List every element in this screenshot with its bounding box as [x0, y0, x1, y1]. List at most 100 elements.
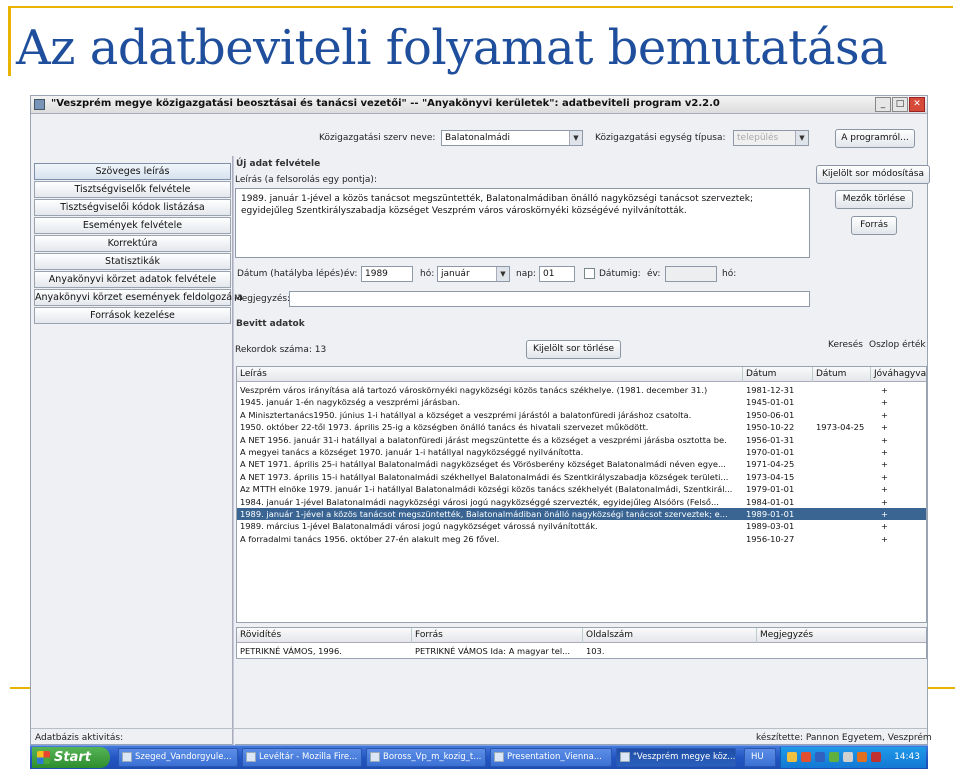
table-row[interactable]: 1984. január 1-jével Balatonalmádi nagyk…	[237, 496, 926, 508]
close-button[interactable]: ✕	[909, 97, 925, 112]
tray-icon[interactable]	[857, 752, 867, 762]
day-input[interactable]: 01	[539, 266, 575, 282]
table-row[interactable]: A megyei tanács a községet 1970. január …	[237, 446, 926, 458]
taskbar-item-app[interactable]: "Veszprém megye köz...	[616, 748, 736, 767]
cell-desc: A NET 1971. április 25-i hatállyal Balat…	[240, 459, 726, 470]
table-row[interactable]: Az MTTH elnöke 1979. január 1-i hatállya…	[237, 483, 926, 495]
start-label: Start	[54, 750, 91, 765]
col-header-date2[interactable]: Dátum	[813, 367, 871, 382]
cell-date: 1979-01-01	[746, 484, 795, 495]
cell-desc: 1989. január 1-jével a közös tanácsot me…	[240, 509, 728, 519]
col-header-date[interactable]: Dátum	[743, 367, 813, 382]
table-row[interactable]: 1950. október 22-től 1973. április 25-ig…	[237, 421, 926, 433]
sidebar-item-codes[interactable]: Tisztségviselői kódok listázása	[34, 199, 231, 216]
window-titlebar[interactable]: "Veszprém megye közigazgatási beosztásai…	[31, 96, 927, 114]
record-count: Rekordok száma: 13	[235, 345, 327, 355]
table-row[interactable]: 1945. január 1-én nagyközség a veszprémi…	[237, 396, 926, 408]
until-year-input[interactable]	[665, 266, 717, 282]
cell-ok: +	[881, 434, 888, 445]
search-label: Keresés	[828, 340, 863, 350]
slide: Az adatbeviteli folyamat bemutatása "Ves…	[0, 0, 960, 769]
until-year-label: év:	[647, 269, 661, 279]
maximize-button[interactable]: □	[892, 97, 908, 112]
date-label: Dátum (hatályba lépés):	[237, 269, 347, 279]
table-row[interactable]: A Minisztertanács1950. június 1-i hatáll…	[237, 409, 926, 421]
table-row[interactable]: 1989. január 1-jével a közös tanácsot me…	[237, 508, 926, 521]
cell-ok: +	[881, 409, 888, 420]
taskbar-item-presentation[interactable]: Presentation_Vienna...	[490, 748, 612, 767]
col-header-approved[interactable]: Jóváhagyva	[871, 367, 926, 382]
sidebar-item-sources[interactable]: Források kezelése	[34, 307, 231, 324]
source-button[interactable]: Forrás	[851, 216, 897, 235]
src-col-page[interactable]: Oldalszám	[583, 628, 757, 643]
source-page: 103.	[586, 646, 605, 656]
unit-type-select[interactable]: település ▼	[733, 130, 809, 146]
org-select-value: Balatonalmádi	[445, 133, 510, 143]
sidebar-item-statistics[interactable]: Statisztikák	[34, 253, 231, 270]
firefox-icon	[246, 752, 256, 762]
taskbar-item-boross[interactable]: Boross_Vp_m_kozig_t...	[366, 748, 486, 767]
src-col-note[interactable]: Megjegyzés	[757, 628, 926, 643]
table-row[interactable]: A NET 1971. április 25-i hatállyal Balat…	[237, 458, 926, 470]
tray-icon[interactable]	[801, 752, 811, 762]
cell-date: 1956-10-27	[746, 533, 795, 544]
month-label: hó:	[420, 269, 435, 279]
tray-icon[interactable]	[829, 752, 839, 762]
tray-icon[interactable]	[787, 752, 797, 762]
delete-selected-button[interactable]: Kijelölt sor törlése	[526, 340, 621, 359]
modify-selected-button[interactable]: Kijelölt sor módosítása	[816, 165, 930, 184]
cell-desc: 1950. október 22-től 1973. április 25-ig…	[240, 422, 649, 433]
tray-icon[interactable]	[871, 752, 881, 762]
col-header-desc[interactable]: Leírás	[237, 367, 743, 382]
cell-date: 1956-01-31	[746, 434, 795, 445]
cell-date: 1984-01-01	[746, 496, 795, 507]
sidebar-item-events[interactable]: Események felvétele	[34, 217, 231, 234]
cell-ok: +	[881, 533, 888, 544]
volume-icon[interactable]	[843, 752, 853, 762]
table-row[interactable]: A forradalmi tanács 1956. október 27-én …	[237, 533, 926, 545]
sidebar-item-correction[interactable]: Korrektúra	[34, 235, 231, 252]
year-input[interactable]: 1989	[361, 266, 413, 282]
cell-ok: +	[881, 447, 888, 457]
sidebar-item-text[interactable]: Szöveges leírás	[34, 163, 231, 180]
records-table: Leírás Dátum Dátum Jóváhagyva Veszprém v…	[236, 366, 927, 623]
src-col-source[interactable]: Forrás	[412, 628, 583, 643]
slide-title: Az adatbeviteli folyamat bemutatása	[16, 20, 888, 76]
start-button[interactable]: Start	[32, 747, 110, 768]
note-input[interactable]	[289, 291, 810, 307]
taskbar-item-szeged[interactable]: Szeged_Vandorgyule...	[118, 748, 238, 767]
clock[interactable]: 14:43	[894, 747, 920, 768]
cell-date: 1945-01-01	[746, 397, 795, 408]
cell-date: 1981-12-31	[746, 385, 795, 395]
sidebar-item-officials[interactable]: Tisztségviselők felvétele	[34, 181, 231, 198]
month-select-value: január	[441, 269, 470, 279]
about-button[interactable]: A programról...	[835, 129, 915, 148]
clear-fields-button[interactable]: Mezők törlése	[835, 190, 913, 209]
table-row[interactable]: A NET 1973. április 15-i hatállyal Balat…	[237, 471, 926, 483]
minimize-button[interactable]: _	[875, 97, 891, 112]
note-label: Megjegyzés:	[234, 294, 291, 304]
src-col-abbr[interactable]: Rövidítés	[237, 628, 412, 643]
slide-top-rule	[8, 6, 953, 8]
desc-textarea[interactable]: 1989. január 1-jével a közös tanácsot me…	[235, 188, 810, 258]
cell-desc: 1989. március 1-jével Balatonalmádi váro…	[240, 521, 598, 532]
until-checkbox[interactable]	[584, 268, 595, 279]
month-select[interactable]: január ▼	[437, 266, 510, 282]
sidebar-item-registry-data[interactable]: Anyakönyvi körzet adatok felvétele	[34, 271, 231, 288]
table-row[interactable]: Veszprém város irányítása alá tartozó vá…	[237, 384, 926, 396]
source-row[interactable]: PETRIKNÉ VÁMOS, 1996. PETRIKNÉ VÁMOS Ida…	[237, 645, 926, 657]
sources-table: Rövidítés Forrás Oldalszám Megjegyzés PE…	[236, 627, 927, 659]
cell-desc: A megyei tanács a községet 1970. január …	[240, 447, 584, 457]
taskbar-item-firefox[interactable]: Levéltár - Mozilla Fire...	[242, 748, 362, 767]
table-row[interactable]: 1989. március 1-jével Balatonalmádi váro…	[237, 520, 926, 532]
records-group-label: Bevitt adatok	[236, 319, 305, 329]
org-select[interactable]: Balatonalmádi ▼	[441, 130, 583, 146]
tray-icon[interactable]	[815, 752, 825, 762]
table-row[interactable]: A NET 1956. január 31-i hatállyal a bala…	[237, 434, 926, 446]
chevron-down-icon: ▼	[496, 267, 509, 281]
unit-type-label: Közigazgatási egység típusa:	[595, 133, 726, 143]
language-indicator[interactable]: HU	[744, 748, 776, 767]
app-icon	[34, 99, 45, 110]
cell-ok: +	[881, 397, 888, 408]
sidebar-item-registry-events[interactable]: Anyakönyvi körzet események feldolgozása	[34, 289, 243, 306]
